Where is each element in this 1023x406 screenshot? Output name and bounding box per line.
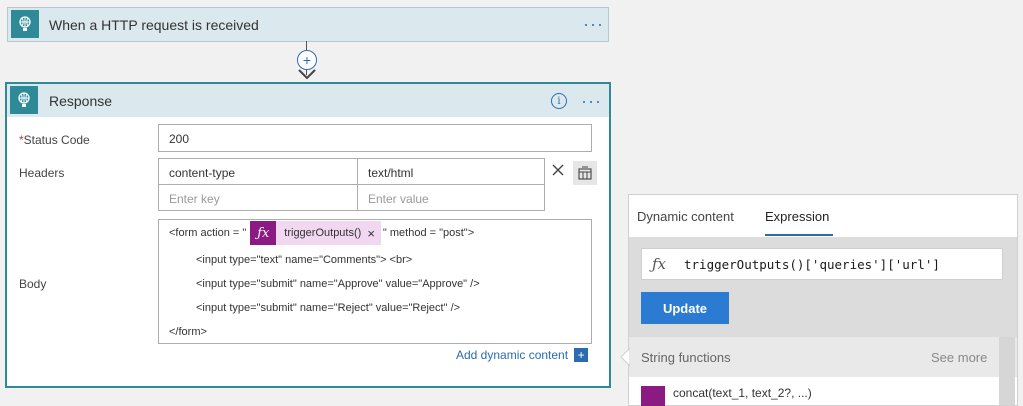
update-button[interactable]: Update	[641, 292, 729, 324]
function-icon	[641, 386, 665, 406]
status-code-label: *Status Code	[19, 133, 90, 147]
header-key-input[interactable]: content-type	[158, 158, 358, 185]
body-line-1: <form action = " ƒx triggerOutputs() × "…	[169, 220, 474, 246]
body-input[interactable]: <form action = " ƒx triggerOutputs() × "…	[158, 219, 592, 344]
status-code-input[interactable]: 200	[158, 124, 592, 152]
expression-token[interactable]: ƒx triggerOutputs() ×	[250, 221, 381, 245]
scrollbar[interactable]	[999, 337, 1015, 405]
response-more-icon[interactable]: ···	[581, 92, 602, 110]
http-response-icon	[10, 86, 38, 114]
plus-icon: +	[302, 52, 312, 68]
tab-dynamic-content[interactable]: Dynamic content	[637, 209, 734, 224]
function-icon: ƒx	[250, 221, 277, 245]
response-title: Response	[49, 93, 113, 109]
body-label: Body	[19, 277, 47, 291]
see-more-link[interactable]: See more	[931, 350, 987, 365]
new-header-key-input[interactable]: Enter key	[158, 184, 358, 211]
body-line-3: <input type="submit" name="Approve" valu…	[196, 278, 480, 290]
trigger-more-icon[interactable]: ···	[583, 15, 604, 33]
info-icon[interactable]: i	[551, 93, 567, 109]
response-header[interactable]: Response i ···	[7, 84, 609, 117]
remove-token-icon[interactable]: ×	[367, 226, 381, 241]
http-trigger-icon	[11, 10, 39, 38]
body-line-4: <input type="submit" name="Reject" value…	[196, 302, 461, 314]
string-functions-header[interactable]: String functions See more	[629, 337, 1017, 377]
body-line-2: <input type="text" name="Comments"> <br>	[196, 254, 413, 266]
headers-label: Headers	[19, 166, 65, 180]
function-icon: ƒx	[652, 255, 667, 273]
dynamic-content-panel: Dynamic content Expression ƒx triggerOut…	[628, 194, 1018, 406]
expression-area: ƒx triggerOutputs()['queries']['url'] Up…	[629, 237, 1017, 337]
trigger-card[interactable]: When a HTTP request is received ···	[7, 7, 609, 42]
add-dynamic-content-icon: +	[574, 348, 589, 362]
text-mode-icon	[578, 166, 592, 180]
response-card: Response i ··· *Status Code 200 Headers …	[5, 82, 611, 388]
add-step-button[interactable]: +	[297, 50, 317, 70]
tab-expression-underline	[765, 234, 833, 236]
switch-to-text-mode-button[interactable]	[573, 161, 597, 185]
header-value-input[interactable]: text/html	[357, 158, 545, 185]
tab-expression[interactable]: Expression	[765, 209, 829, 224]
panel-pointer	[620, 348, 630, 366]
add-dynamic-content-link[interactable]: Add dynamic content +	[456, 348, 589, 362]
function-list-item[interactable]: concat(text_1, text_2?, ...)	[629, 377, 999, 406]
remove-header-icon[interactable]	[552, 164, 564, 176]
body-line-5: </form>	[169, 326, 207, 338]
trigger-title: When a HTTP request is received	[49, 17, 259, 33]
arrow-down-icon	[298, 69, 316, 80]
expression-input[interactable]: ƒx triggerOutputs()['queries']['url']	[641, 248, 1003, 280]
new-header-value-input[interactable]: Enter value	[357, 184, 545, 211]
